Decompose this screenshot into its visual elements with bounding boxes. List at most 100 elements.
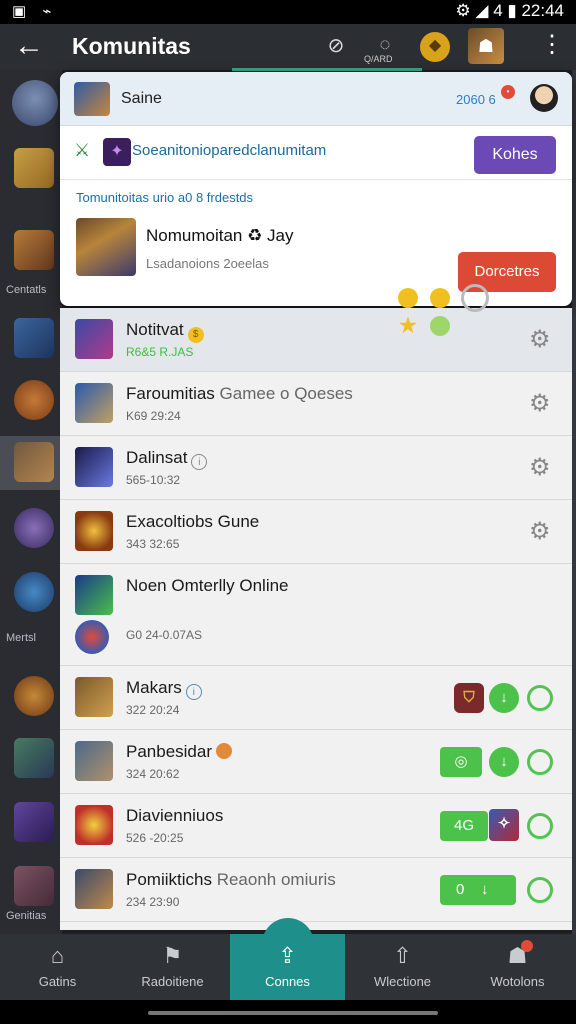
magic-swirl-icon: ✦ [103,138,131,166]
sidebar-icon-cube[interactable] [14,318,54,358]
nav-item-radio[interactable]: ⚑ Radoitiene [115,934,230,1000]
list-item[interactable]: Diavienniuos 526 -20:25 4G ✧ [60,794,572,858]
status-dot [398,288,418,308]
home-icon: ⌂ [50,943,65,968]
game-title: Nomumoitan ♻ Jay [146,226,294,245]
item-subtitle: R6&5 R.JAS [126,345,194,359]
bottom-nav: ⌂ Gatins ⚑ Radoitiene ⇪ Connes ⇧ Wlectio… [0,918,576,1000]
item-subtitle: 234 23:90 [126,895,180,909]
sidebar-icon-hero[interactable] [14,230,54,270]
item-thumbnail [75,677,113,717]
right-strip [572,70,576,934]
popup-invite-row: ⚔ ✦ Soeanitonioparedclanumitam Kohes [60,126,572,180]
item-title: Dalinsat i [126,448,208,470]
back-arrow-icon[interactable]: ← [14,29,44,63]
upload-icon: ⇧ [393,943,412,968]
sidebar-icon-book[interactable] [14,802,54,842]
sidebar-icon-food[interactable] [14,148,54,188]
nav-item-upload[interactable]: ⇧ Wlectione [345,934,460,1000]
community-name: Saine [121,90,162,107]
item-subtitle: 343 32:65 [126,537,180,551]
notification-badge [521,940,533,952]
profile-avatar[interactable]: ☗ [468,28,504,64]
toggle-ring[interactable] [527,813,553,839]
user-avatar[interactable] [530,84,558,112]
item-secondary-icon [75,620,109,654]
orange-badge-icon [216,743,233,759]
home-indicator[interactable] [148,1011,438,1015]
green-download-box[interactable]: 0 ↓ [440,875,516,905]
item-thumbnail [75,447,113,487]
item-title: Makars i [126,678,202,700]
nav-item-connes[interactable]: ⇪ Connes [230,934,345,1000]
gear-icon[interactable]: ⚙ [529,325,551,354]
toggle-ring[interactable] [527,749,553,775]
game-thumbnail [76,218,136,276]
more-menu-icon[interactable]: ⋮ [540,30,564,59]
page-title: Komunitas [72,33,191,59]
item-subtitle: 322 20:24 [126,703,180,717]
gear-icon[interactable]: ⚙ [529,517,551,546]
green-toggle[interactable]: ◎ [440,747,482,777]
level-box[interactable]: 4G [440,811,488,841]
item-subtitle: G0 24-0.07AS [126,628,203,642]
item-title: Notitvat $ [126,320,204,343]
item-title: Pomiiktichs Reaonh omiuris [126,870,336,889]
gear-icon[interactable]: ⚙ [529,389,551,418]
info-icon: i [185,684,202,700]
download-icon[interactable]: ↓ [489,683,519,713]
crossed-swords-icon: ⚔ [74,140,91,160]
list-item[interactable]: Dalinsat i 565-10:32 ⚙ [60,436,572,500]
sidebar-avatar[interactable] [12,80,58,126]
toggle-ring[interactable] [461,284,489,312]
share-icon: ⇪ [278,943,297,968]
star-icon: ★ [399,315,417,337]
info-icon: i [191,454,208,470]
item-subtitle: K69 29:24 [126,409,181,423]
sidebar-icon-mage[interactable] [14,508,54,548]
camera-icon: ☗ [507,943,528,968]
item-thumbnail [75,741,113,781]
join-button[interactable]: Kohes [474,136,556,174]
tab-indicator [232,68,422,71]
section-title: Tomunitoitas urio a0 8 frdestds [76,190,254,205]
sidebar-icon-crystal[interactable] [14,572,54,612]
list-item[interactable]: Noen Omterlly Online G0 24-0.07AS ★ [60,284,572,666]
crossed-circle-icon[interactable]: ⊘ [321,32,351,62]
download-icon[interactable]: ↓ [489,747,519,777]
community-sidebar: Centatls Mertsl Genitias [0,70,62,934]
item-title: Diavienniuos [126,806,224,825]
sword-icon: ✧ [489,809,519,841]
list-item[interactable]: Faroumitias Gamee o Qoeses K69 29:24 ⚙ [60,372,572,436]
coin-icon[interactable]: ◆ [420,32,450,62]
sidebar-icon-orb[interactable] [14,380,54,420]
list-item[interactable]: Makars i 322 20:24 ⛉ ↓ [60,666,572,730]
toggle-ring[interactable] [527,877,553,903]
nav-item-home[interactable]: ⌂ Gatins [0,934,115,1000]
flag-icon: ⚑ [162,943,183,968]
sidebar-icon-selected[interactable] [14,442,54,482]
nav-item-profile[interactable]: ☗ Wotolons [460,934,575,1000]
sidebar-icon-sun[interactable] [14,676,54,716]
item-title: Exacoltiobs Gune [126,512,260,531]
item-thumbnail [75,319,113,359]
list-item[interactable]: Exacoltiobs Gune 343 32:65 ⚙ [60,500,572,564]
item-thumbnail [75,805,113,845]
list-item[interactable]: Pomiiktichs Reaonh omiuris 234 23:90 0 ↓ [60,858,572,922]
gear-icon[interactable]: ⚙ [529,453,551,482]
community-list: Notitvat $ R6&5 R.JAS ⚙ Faroumitias Gamee… [60,284,572,930]
community-thumbnail [74,82,110,116]
featured-game: Nomumoitan ♻ Jay Lsadanoions 2oeelas Dor… [60,210,572,306]
app-bar: ← Komunitas ⊘ ◌ Q/ARD ◆ ☗ ⋮ [0,24,576,71]
count-badge: • [501,85,515,99]
status-dot [430,316,450,336]
status-left-icons: ▣ ⌁ [12,3,58,20]
toggle-ring[interactable] [527,685,553,711]
list-item[interactable]: Panbesidar 324 20:62 ◎ ↓ [60,730,572,794]
community-popup: Saine 2060 6 • ⚔ ✦ Soeanitonioparedclanu… [60,72,572,306]
member-count: 2060 6 [456,92,496,107]
list-item[interactable]: Notitvat $ R6&5 R.JAS ⚙ [60,308,572,372]
sidebar-label: Centatls [6,284,47,296]
sidebar-icon-warrior[interactable] [14,866,54,906]
sidebar-icon-sword[interactable] [14,738,54,778]
